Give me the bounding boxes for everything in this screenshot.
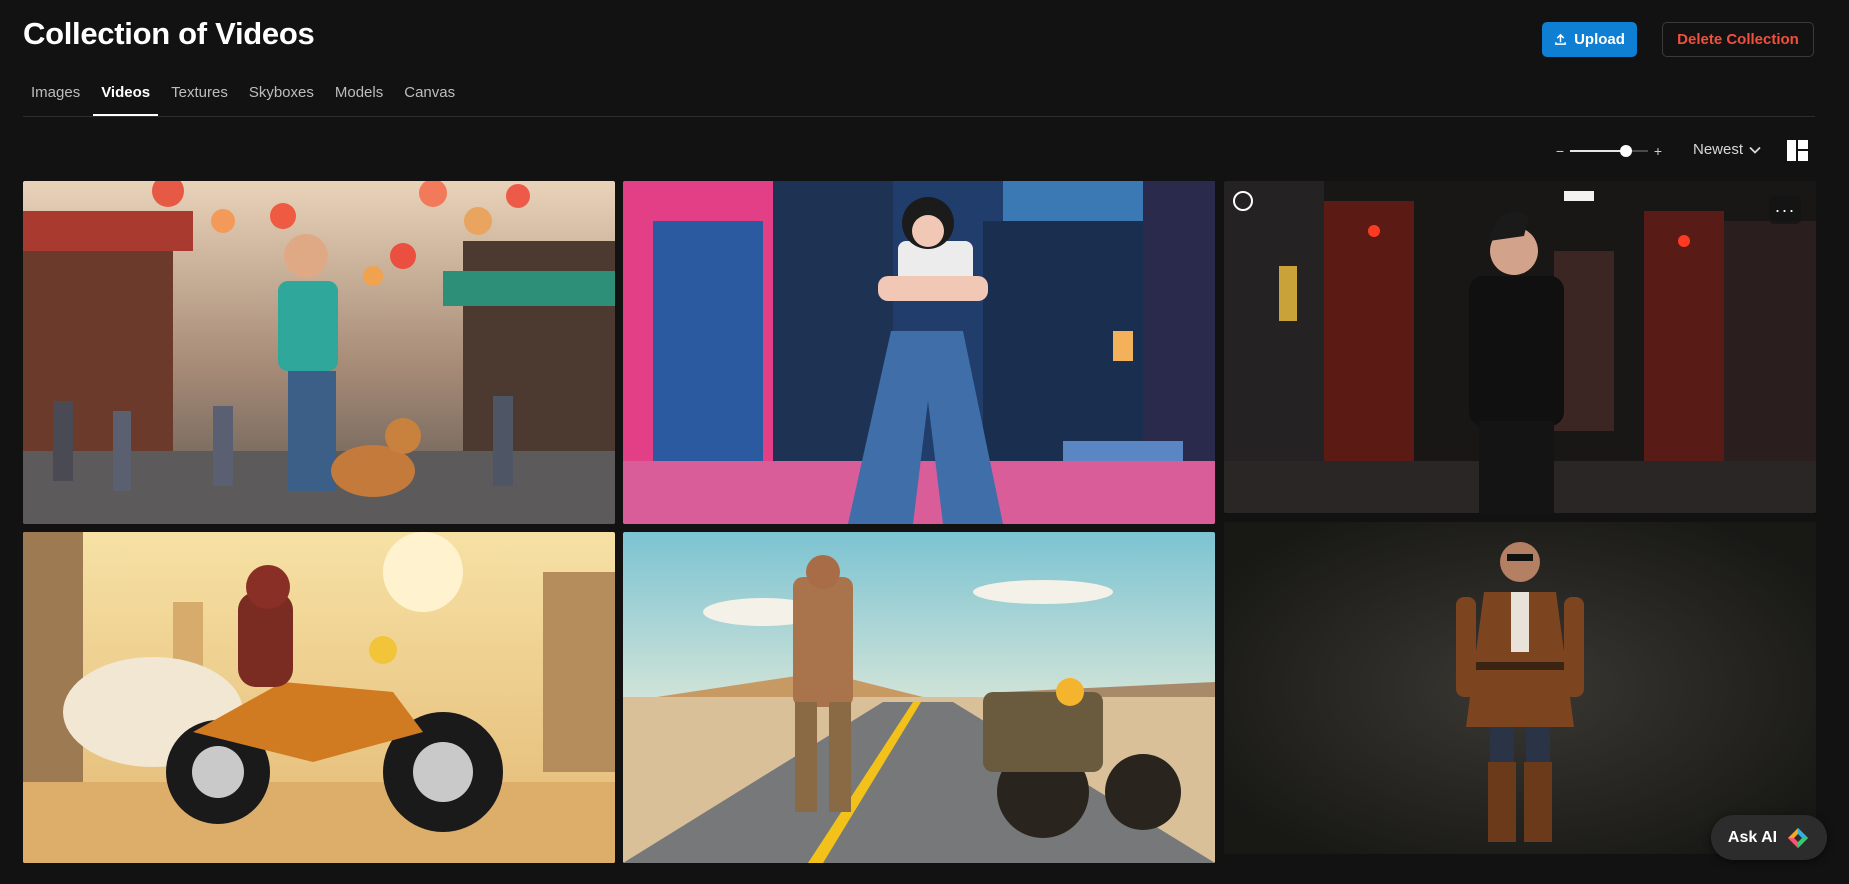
video-tile[interactable]	[23, 181, 615, 524]
select-checkbox[interactable]	[1233, 191, 1253, 211]
upload-label: Upload	[1574, 31, 1625, 48]
upload-button[interactable]: Upload	[1542, 22, 1637, 57]
page-title: Collection of Videos	[23, 16, 315, 51]
video-thumbnail	[1224, 522, 1816, 854]
zoom-control: − +	[1553, 141, 1665, 161]
video-tile[interactable]	[1224, 522, 1816, 854]
masonry-layout-icon[interactable]	[1787, 140, 1808, 161]
zoom-in-button[interactable]: +	[1651, 143, 1665, 159]
upload-icon	[1555, 33, 1566, 45]
video-thumbnail	[23, 532, 615, 863]
tab-textures[interactable]: Textures	[163, 78, 236, 116]
asset-type-tabs: Images Videos Textures Skyboxes Models C…	[23, 78, 1815, 117]
zoom-slider[interactable]	[1570, 141, 1648, 161]
video-tile[interactable]	[23, 532, 615, 863]
video-thumbnail	[23, 181, 615, 524]
zoom-out-button[interactable]: −	[1553, 143, 1567, 159]
tab-videos[interactable]: Videos	[93, 78, 159, 116]
sort-selected-value: Newest	[1693, 141, 1744, 158]
delete-collection-button[interactable]: Delete Collection	[1662, 22, 1814, 57]
ask-ai-button[interactable]: Ask AI	[1711, 815, 1827, 860]
chevron-down-icon	[1749, 146, 1761, 154]
tab-models[interactable]: Models	[327, 78, 391, 116]
tab-images[interactable]: Images	[23, 78, 88, 116]
zoom-slider-handle[interactable]	[1620, 145, 1633, 157]
video-thumbnail	[623, 532, 1215, 863]
video-thumbnail	[1224, 181, 1816, 513]
ask-ai-label: Ask AI	[1727, 828, 1778, 846]
tab-canvas[interactable]: Canvas	[396, 78, 463, 116]
tab-skyboxes[interactable]: Skyboxes	[241, 78, 322, 116]
ai-logo-icon	[1788, 827, 1809, 848]
sort-dropdown[interactable]: Newest	[1693, 141, 1761, 158]
video-tile[interactable]	[623, 181, 1215, 524]
video-tile[interactable]	[623, 532, 1215, 863]
more-options-button[interactable]: ···	[1769, 196, 1801, 224]
video-thumbnail	[623, 181, 1215, 524]
video-tile[interactable]	[1224, 181, 1816, 513]
